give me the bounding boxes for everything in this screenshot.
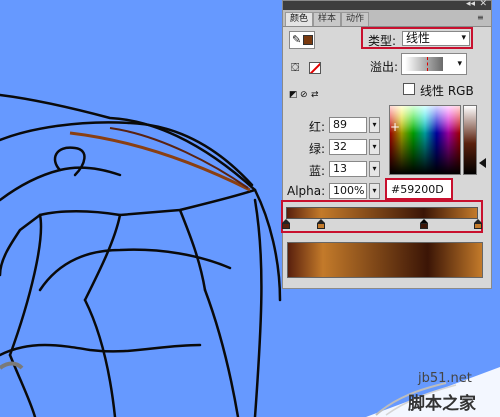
gradient-stop[interactable]	[282, 219, 290, 229]
gradient-stop[interactable]	[420, 219, 429, 229]
stroke-color-swatch	[303, 35, 313, 45]
linear-rgb-label: 线性 RGB	[420, 84, 474, 98]
green-input[interactable]: 32	[329, 139, 367, 155]
brightness-slider[interactable]	[463, 105, 477, 175]
chevron-down-icon: ▾	[461, 33, 466, 43]
blue-label: 蓝:	[308, 164, 325, 178]
stroke-color-button[interactable]: ✎	[289, 31, 315, 49]
close-icon[interactable]: ✕	[479, 0, 487, 9]
watermark-name: 脚本之家	[408, 394, 476, 414]
blue-input[interactable]: 13	[329, 161, 367, 177]
pencil-icon: ✎	[292, 33, 302, 46]
panel-tabs: 颜色 样本 动作 ≡	[283, 10, 491, 27]
gradient-stop-swatch	[282, 223, 290, 229]
watermark-site: jb51.net	[418, 371, 472, 386]
fill-type-select[interactable]: 线性 ▾	[402, 31, 470, 46]
fill-type-value: 线性	[406, 31, 431, 45]
panel-menu-icon[interactable]: ≡	[477, 13, 487, 22]
paint-bucket-icon[interactable]: ⛋	[291, 61, 299, 75]
overflow-preview	[405, 57, 443, 71]
color-spectrum[interactable]: +	[389, 105, 461, 175]
no-color-icon[interactable]: ⊘	[300, 91, 309, 100]
gradient-editor	[281, 200, 483, 233]
linear-rgb-checkbox[interactable]	[403, 83, 415, 95]
green-stepper[interactable]: ▾	[369, 139, 380, 155]
color-panel: ◂◂ ✕ 颜色 样本 动作 ≡ ✎ ⛋ ◩ ⊘ ⇄ 类型: 线性 ▾ 溢出: ▾…	[281, 0, 492, 289]
alpha-label: Alpha:	[287, 184, 326, 198]
brightness-pointer-icon[interactable]	[479, 158, 486, 168]
red-label: 红:	[308, 120, 325, 134]
alpha-stepper[interactable]: ▾	[369, 183, 380, 199]
fill-type-row: 类型: 线性 ▾	[361, 27, 473, 49]
fill-type-label: 类型:	[368, 34, 397, 48]
swap-colors-icon[interactable]: ⇄	[311, 91, 320, 100]
tab-color[interactable]: 颜色	[285, 12, 314, 26]
overflow-label: 溢出:	[370, 60, 399, 74]
gradient-stop-swatch	[474, 223, 482, 229]
crosshair-icon: +	[390, 120, 401, 134]
tab-swatches[interactable]: 样本	[313, 12, 342, 26]
watermark: jb51.net 脚本之家	[366, 367, 500, 417]
red-stepper[interactable]: ▾	[369, 117, 380, 133]
gradient-stop[interactable]	[474, 219, 482, 229]
tab-actions[interactable]: 动作	[341, 12, 370, 26]
alpha-input[interactable]: 100%	[329, 183, 367, 199]
collapse-icon[interactable]: ◂◂	[466, 0, 475, 9]
blue-stepper[interactable]: ▾	[369, 161, 380, 177]
gradient-bar[interactable]	[286, 207, 478, 219]
overflow-select[interactable]: ▾	[401, 53, 467, 75]
red-input[interactable]: 89	[329, 117, 367, 133]
gradient-stop[interactable]	[316, 219, 325, 229]
chevron-down-icon: ▾	[457, 59, 462, 69]
overflow-marker	[427, 57, 428, 71]
gradient-preview	[287, 242, 483, 278]
gradient-stop-swatch	[420, 223, 429, 229]
green-label: 绿:	[308, 142, 325, 156]
hex-value: #59200D	[391, 183, 444, 196]
gradient-stop-swatch	[316, 223, 325, 229]
panel-title-bar[interactable]: ◂◂ ✕	[283, 0, 491, 10]
spectrum-highlight	[390, 106, 460, 134]
fill-color-swatch[interactable]	[309, 62, 321, 74]
hex-input[interactable]: #59200D	[385, 178, 453, 200]
default-colors-icon[interactable]: ◩	[289, 91, 298, 100]
